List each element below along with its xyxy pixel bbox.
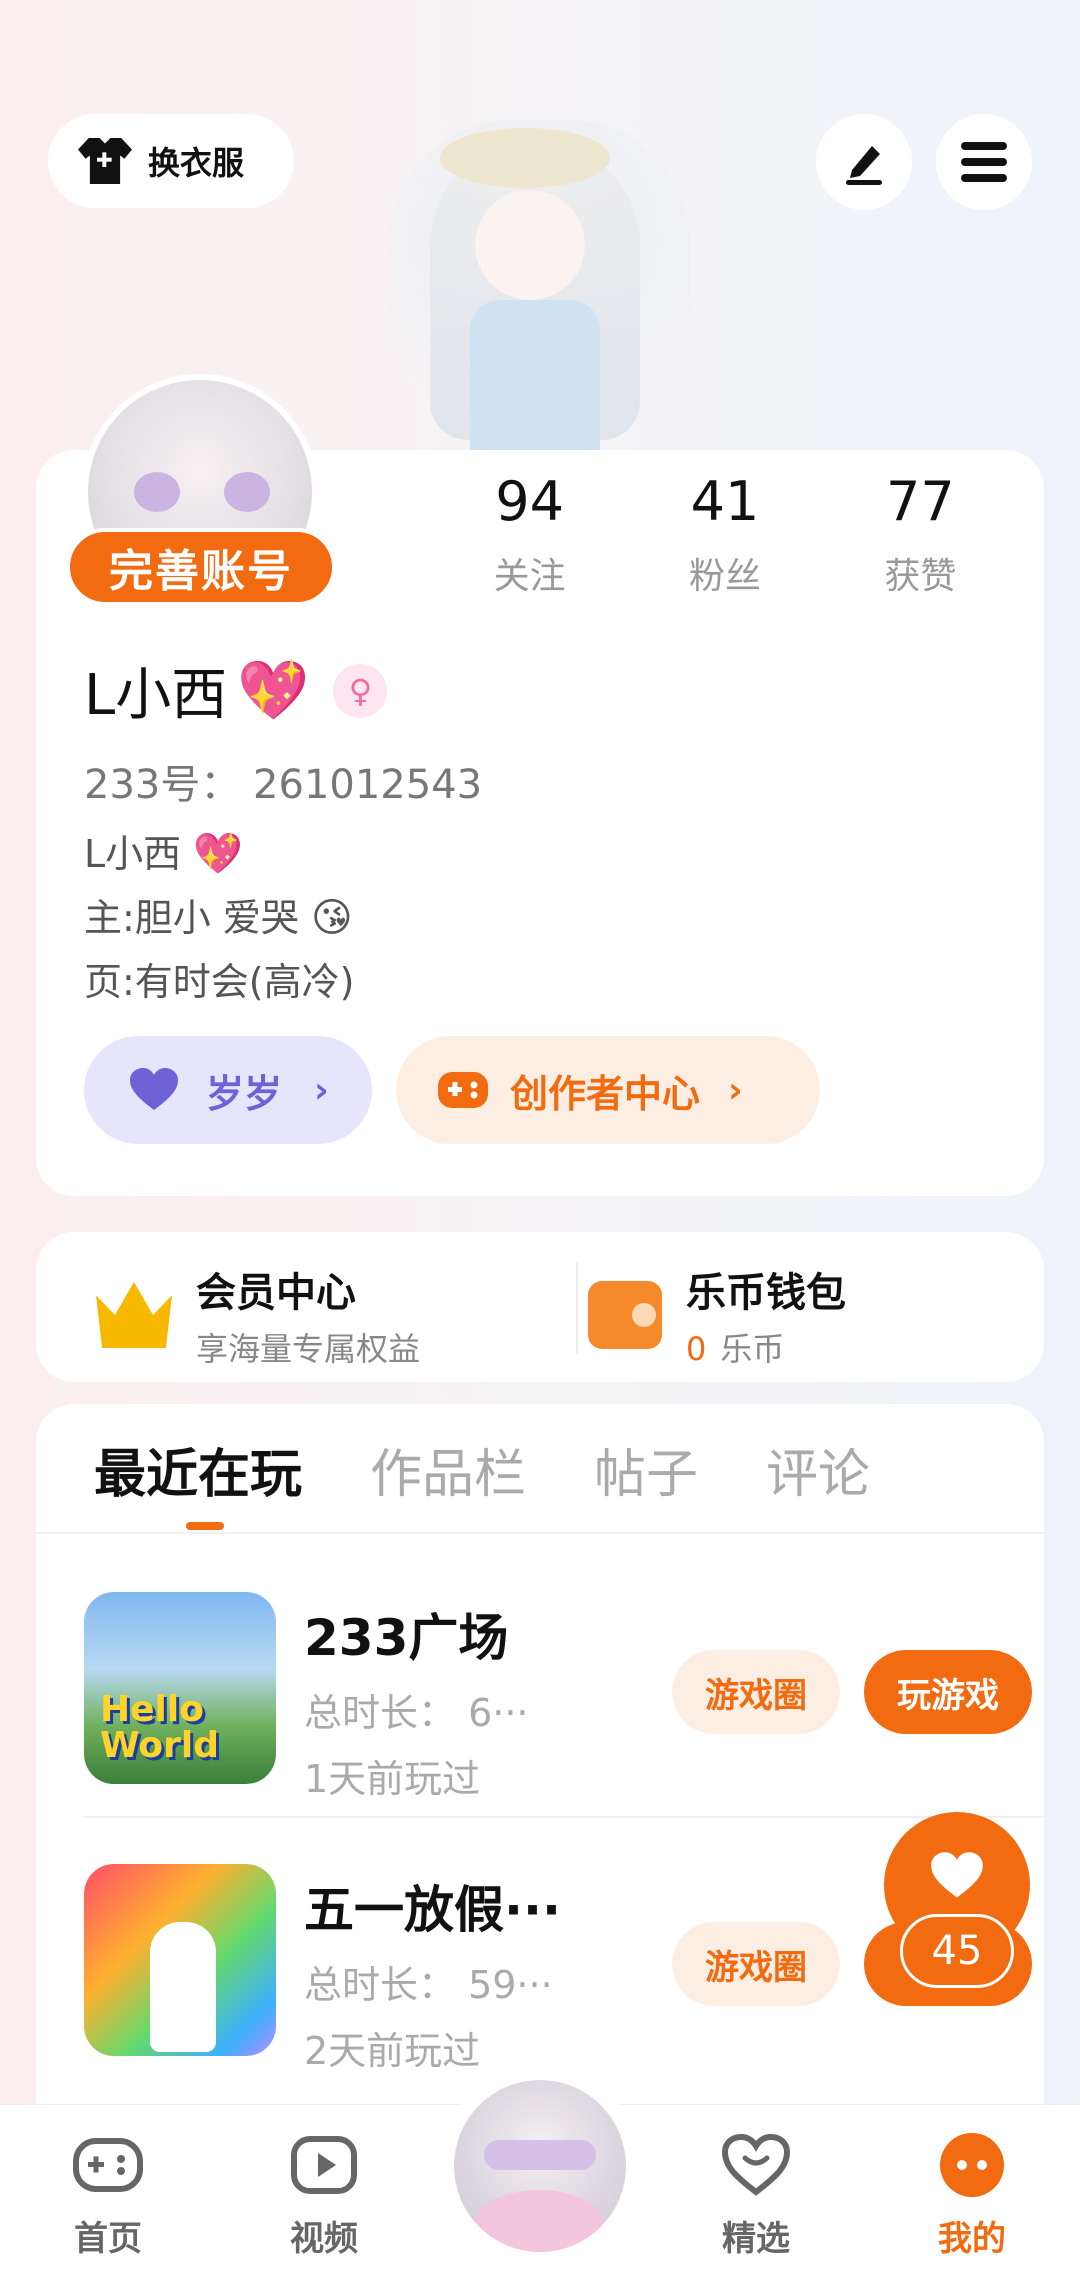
thumbnail-logo-text: Hello World xyxy=(100,1689,220,1766)
change-outfit-button[interactable]: 换衣服 xyxy=(48,114,294,208)
game-duration: 总时长： 6··· xyxy=(304,1691,529,1735)
crown-icon xyxy=(96,1282,172,1348)
nav-home-label: 首页 xyxy=(74,2219,142,2259)
member-wallet-card: 会员中心 享海量专属权益 乐币钱包 0 乐币 xyxy=(36,1232,1044,1382)
avatar xyxy=(454,2080,626,2252)
gamepad-icon xyxy=(438,1072,488,1108)
game-last-played: 1天前玩过 xyxy=(304,1757,481,1801)
user-id[interactable]: 233号： 261012543 xyxy=(84,752,482,810)
stat-likes[interactable]: 77 获赞 xyxy=(821,470,1020,599)
figure-face xyxy=(475,190,585,300)
nav-video-label: 视频 xyxy=(290,2219,358,2259)
profile-stats: 94 关注 41 粉丝 77 获赞 xyxy=(430,470,1020,599)
like-count: 45 xyxy=(900,1914,1014,1988)
game-duration: 总时长： 59··· xyxy=(304,1963,553,2007)
wallet-balance-line: 0 乐币 xyxy=(686,1324,846,1370)
game-thumbnail[interactable]: Hello World xyxy=(84,1592,276,1784)
change-outfit-label: 换衣服 xyxy=(148,144,245,182)
profile-tabs: 最近在玩 作品栏 帖子 评论 xyxy=(94,1432,870,1507)
recent-games-card: 最近在玩 作品栏 帖子 评论 Hello World 233广场 总时长： 6·… xyxy=(36,1404,1044,2104)
divider xyxy=(84,1816,1044,1818)
stat-label: 关注 xyxy=(493,556,566,597)
creator-center-chip[interactable]: 创作者中心 › xyxy=(396,1036,820,1144)
figure-hat xyxy=(440,128,610,188)
tab-posts[interactable]: 帖子 xyxy=(594,1432,698,1507)
vip-subtitle: 享海量专属权益 xyxy=(196,1330,421,1368)
avatar-eye xyxy=(134,472,180,512)
complete-account-badge[interactable]: 完善账号 xyxy=(66,528,336,606)
vip-title: 会员中心 xyxy=(196,1270,356,1316)
me-icon xyxy=(940,2133,1004,2197)
coin-wallet[interactable]: 乐币钱包 0 乐币 xyxy=(588,1260,846,1370)
thumbnail-character xyxy=(150,1922,216,2052)
chevron-right-icon: › xyxy=(728,1069,743,1111)
wallet-icon xyxy=(588,1281,662,1349)
stat-fans[interactable]: 41 粉丝 xyxy=(629,470,820,599)
nav-home[interactable]: 首页 xyxy=(48,2127,168,2260)
wallet-unit: 乐币 xyxy=(720,1330,785,1368)
nav-video[interactable]: 视频 xyxy=(264,2127,384,2260)
wallet-title: 乐币钱包 xyxy=(686,1270,846,1316)
game-circle-button[interactable]: 游戏圈 xyxy=(672,1650,840,1734)
shirt-icon xyxy=(78,138,132,184)
suisui-chip[interactable]: 岁岁 › xyxy=(84,1036,372,1144)
bio-line: 页:有时会(高冷) xyxy=(84,960,355,1004)
avatar-eye xyxy=(224,472,270,512)
menu-button[interactable] xyxy=(936,114,1032,210)
wallet-balance: 0 xyxy=(686,1330,707,1368)
heart-icon xyxy=(130,1068,178,1110)
stat-value: 77 xyxy=(885,470,955,533)
stat-value: 41 xyxy=(690,470,760,533)
divider xyxy=(36,1532,1044,1534)
female-gender-icon: ♀ xyxy=(333,663,388,718)
vip-center[interactable]: 会员中心 享海量专属权益 xyxy=(96,1260,420,1370)
list-item[interactable]: Hello World 233广场 总时长： 6··· 1天前玩过 游戏圈 玩游… xyxy=(84,1582,1044,1842)
creator-center-label: 创作者中心 xyxy=(510,1071,701,1116)
chevron-right-icon: › xyxy=(314,1069,329,1111)
game-circle-button[interactable]: 游戏圈 xyxy=(672,1922,840,2006)
tab-recent-played[interactable]: 最近在玩 xyxy=(94,1432,302,1507)
nav-featured[interactable]: 精选 xyxy=(696,2127,816,2260)
suisui-label: 岁岁 xyxy=(206,1071,283,1116)
avatar-3d-figure[interactable] xyxy=(390,120,690,450)
profile-bio: L小西 💖 主:胆小 爱哭 😘 页:有时会(高冷) xyxy=(84,822,354,1014)
bio-line: L小西 💖 xyxy=(84,831,244,877)
game-thumbnail[interactable] xyxy=(84,1864,276,2056)
divider xyxy=(576,1262,578,1354)
game-title: 五一放假··· xyxy=(304,1881,561,1939)
stat-following[interactable]: 94 关注 xyxy=(430,470,629,599)
menu-icon xyxy=(961,142,1007,182)
username: L小西 💖 ♀ xyxy=(84,650,388,731)
play-game-button[interactable]: 玩游戏 xyxy=(864,1650,1032,1734)
stat-value: 94 xyxy=(495,470,564,533)
game-title: 233广场 xyxy=(304,1609,509,1667)
stat-label: 粉丝 xyxy=(688,556,761,597)
nav-avatar-button[interactable] xyxy=(440,2066,640,2266)
sparkling-heart-emoji: 💖 xyxy=(193,831,244,877)
nav-me[interactable]: 我的 xyxy=(912,2127,1032,2260)
video-play-icon xyxy=(291,2136,357,2194)
heart-icon xyxy=(931,1852,983,1898)
sparkling-heart-emoji: 💖 xyxy=(237,656,310,724)
nav-me-label: 我的 xyxy=(938,2219,1006,2259)
heart-chat-icon xyxy=(721,2134,791,2196)
kiss-face-emoji: 😘 xyxy=(310,895,353,941)
tab-comments[interactable]: 评论 xyxy=(766,1432,870,1507)
pen-icon xyxy=(846,146,882,185)
username-text: L小西 xyxy=(84,663,228,728)
tab-works[interactable]: 作品栏 xyxy=(370,1432,526,1507)
stat-label: 获赞 xyxy=(884,556,957,597)
game-last-played: 2天前玩过 xyxy=(304,2029,481,2073)
gamepad-icon xyxy=(73,2138,143,2192)
nav-featured-label: 精选 xyxy=(722,2219,790,2259)
figure-dress xyxy=(470,300,600,450)
bio-line: 主:胆小 爱哭 😘 xyxy=(84,895,353,941)
active-tab-indicator xyxy=(186,1522,224,1530)
edit-profile-button[interactable] xyxy=(816,114,912,210)
